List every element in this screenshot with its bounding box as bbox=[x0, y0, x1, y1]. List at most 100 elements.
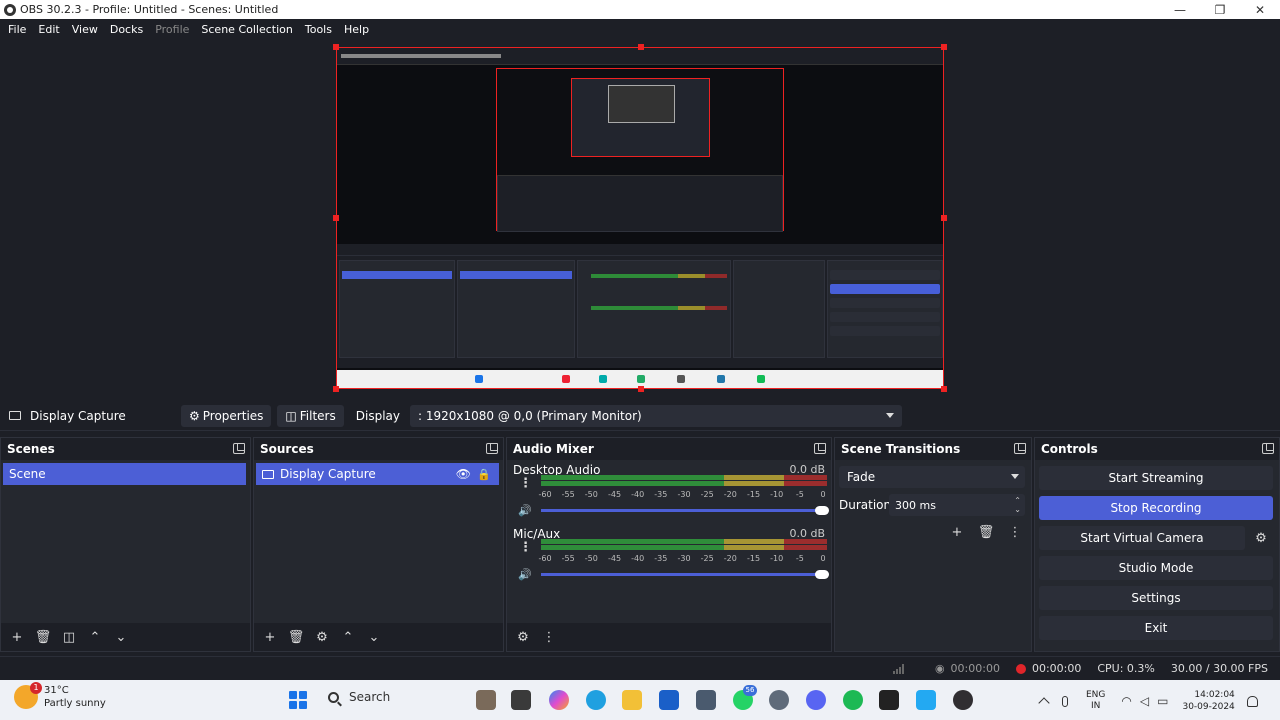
store-icon[interactable] bbox=[659, 690, 679, 710]
start-virtual-camera-button[interactable]: Start Virtual Camera bbox=[1039, 526, 1245, 550]
menu-view[interactable]: View bbox=[68, 23, 102, 36]
spin-arrows-icon[interactable]: ⌃ ⌄ bbox=[1014, 496, 1021, 514]
undock-icon[interactable] bbox=[233, 443, 245, 454]
kebab-menu-icon[interactable]: ⋮ bbox=[539, 627, 559, 647]
chevron-down-icon[interactable]: ⌄ bbox=[364, 627, 384, 647]
kebab-menu-icon[interactable]: ⋮ bbox=[519, 476, 532, 491]
resize-handle[interactable] bbox=[941, 215, 947, 221]
undock-icon[interactable] bbox=[1262, 443, 1274, 454]
eye-icon[interactable]: 👁 bbox=[456, 467, 471, 481]
menu-tools[interactable]: Tools bbox=[301, 23, 336, 36]
add-icon[interactable]: + bbox=[947, 522, 967, 542]
volume-slider[interactable] bbox=[541, 570, 829, 579]
copilot-widget-icon[interactable] bbox=[476, 690, 496, 710]
task-view-icon[interactable] bbox=[511, 690, 531, 710]
settings-icon[interactable] bbox=[769, 690, 789, 710]
audio-mixer-footer: ⚙ ⋮ bbox=[507, 623, 831, 651]
chevron-up-icon[interactable]: ⌃ bbox=[85, 627, 105, 647]
meter-tick-label: -5 bbox=[795, 554, 804, 563]
preview-canvas[interactable] bbox=[333, 44, 947, 392]
terminal-icon[interactable] bbox=[879, 690, 899, 710]
resize-handle[interactable] bbox=[941, 386, 947, 392]
minimize-button[interactable]: — bbox=[1160, 3, 1200, 17]
filters-button[interactable]: ◫ Filters bbox=[277, 404, 344, 427]
chevron-down-icon[interactable]: ⌄ bbox=[111, 627, 131, 647]
vscode-icon[interactable] bbox=[916, 690, 936, 710]
windows-start-icon[interactable] bbox=[289, 691, 307, 709]
taskbar-search[interactable]: Search bbox=[328, 690, 390, 704]
menu-edit[interactable]: Edit bbox=[34, 23, 63, 36]
resize-handle[interactable] bbox=[333, 386, 339, 392]
sources-dock: Sources Display Capture 👁 🔒 + 🗑 ⚙ ⌃ ⌄ bbox=[253, 437, 504, 652]
start-streaming-label: Start Streaming bbox=[1108, 471, 1204, 485]
resize-handle[interactable] bbox=[333, 215, 339, 221]
display-select[interactable]: : 1920x1080 @ 0,0 (Primary Monitor) bbox=[409, 404, 902, 427]
undock-icon[interactable] bbox=[1014, 443, 1026, 454]
snipping-tool-icon[interactable] bbox=[696, 690, 716, 710]
speaker-icon[interactable]: 🔊 bbox=[518, 504, 532, 517]
kebab-menu-icon[interactable]: ⋮ bbox=[1005, 522, 1025, 542]
menu-docks[interactable]: Docks bbox=[106, 23, 147, 36]
scene-transitions-dock: Scene Transitions Fade Duration 300 ms ⌃… bbox=[834, 437, 1032, 652]
virtual-camera-gear-icon[interactable]: ⚙ bbox=[1249, 526, 1273, 550]
menu-profile[interactable]: Profile bbox=[151, 23, 193, 36]
status-bar: ◉ 00:00:00 00:00:00 CPU: 0.3% 30.00 / 30… bbox=[0, 656, 1280, 680]
resize-handle[interactable] bbox=[638, 386, 644, 392]
copilot-icon[interactable] bbox=[549, 690, 569, 710]
meter-tick-label: -10 bbox=[770, 490, 784, 499]
resize-handle[interactable] bbox=[941, 44, 947, 50]
volume-slider-handle[interactable] bbox=[815, 506, 829, 515]
microphone-icon[interactable] bbox=[1062, 695, 1068, 707]
maximize-button[interactable]: ❐ bbox=[1200, 3, 1240, 17]
transition-select[interactable]: Fade bbox=[839, 466, 1025, 488]
chevron-up-icon[interactable]: ⌃ bbox=[338, 627, 358, 647]
add-icon[interactable]: + bbox=[260, 627, 280, 647]
nested-control-button bbox=[830, 284, 940, 294]
filter-icon[interactable]: ◫ bbox=[59, 627, 79, 647]
volume-slider-handle[interactable] bbox=[815, 570, 829, 579]
studio-mode-button[interactable]: Studio Mode bbox=[1039, 556, 1273, 580]
battery-icon[interactable]: ▭ bbox=[1157, 694, 1168, 708]
language-indicator[interactable]: ENG IN bbox=[1086, 690, 1105, 712]
source-item[interactable]: Display Capture 👁 🔒 bbox=[256, 463, 499, 485]
kebab-menu-icon[interactable]: ⋮ bbox=[519, 540, 532, 555]
wifi-icon[interactable]: ◠ bbox=[1121, 694, 1131, 708]
chevron-up-icon[interactable] bbox=[1038, 697, 1050, 709]
notification-bell-icon[interactable] bbox=[1246, 695, 1258, 707]
properties-button[interactable]: ⚙ Properties bbox=[181, 404, 272, 427]
nested-preview bbox=[496, 68, 784, 232]
add-icon[interactable]: + bbox=[7, 627, 27, 647]
obs-taskbar-icon[interactable] bbox=[953, 690, 973, 710]
start-streaming-button[interactable]: Start Streaming bbox=[1039, 466, 1273, 490]
trash-icon[interactable]: 🗑 bbox=[286, 627, 306, 647]
clock[interactable]: 14:02:04 30-09-2024 bbox=[1182, 689, 1234, 713]
resize-handle[interactable] bbox=[333, 44, 339, 50]
nested-control-button bbox=[830, 298, 940, 308]
edge-icon[interactable] bbox=[586, 690, 606, 710]
volume-slider[interactable] bbox=[541, 506, 829, 515]
lock-icon[interactable]: 🔒 bbox=[477, 468, 491, 481]
trash-icon[interactable]: 🗑 bbox=[33, 627, 53, 647]
settings-button[interactable]: Settings bbox=[1039, 586, 1273, 610]
resize-handle[interactable] bbox=[638, 44, 644, 50]
menu-scene-collection[interactable]: Scene Collection bbox=[197, 23, 296, 36]
volume-icon[interactable]: ◁ bbox=[1140, 694, 1149, 708]
gear-icon[interactable]: ⚙ bbox=[513, 627, 533, 647]
weather-widget[interactable]: 1 31°C Partly sunny bbox=[14, 682, 106, 710]
scene-item[interactable]: Scene bbox=[3, 463, 246, 485]
menu-help[interactable]: Help bbox=[340, 23, 373, 36]
gear-icon[interactable]: ⚙ bbox=[312, 627, 332, 647]
discord-icon[interactable] bbox=[806, 690, 826, 710]
duration-input[interactable]: 300 ms ⌃ ⌄ bbox=[889, 494, 1025, 516]
exit-button[interactable]: Exit bbox=[1039, 616, 1273, 640]
speaker-icon[interactable]: 🔊 bbox=[518, 568, 532, 581]
undock-icon[interactable] bbox=[814, 443, 826, 454]
menu-file[interactable]: File bbox=[4, 23, 30, 36]
spotify-icon[interactable] bbox=[843, 690, 863, 710]
sources-title: Sources bbox=[254, 438, 503, 460]
close-button[interactable]: ✕ bbox=[1240, 3, 1280, 17]
undock-icon[interactable] bbox=[486, 443, 498, 454]
trash-icon[interactable]: 🗑 bbox=[976, 522, 996, 542]
file-explorer-icon[interactable] bbox=[622, 690, 642, 710]
stop-recording-button[interactable]: Stop Recording bbox=[1039, 496, 1273, 520]
